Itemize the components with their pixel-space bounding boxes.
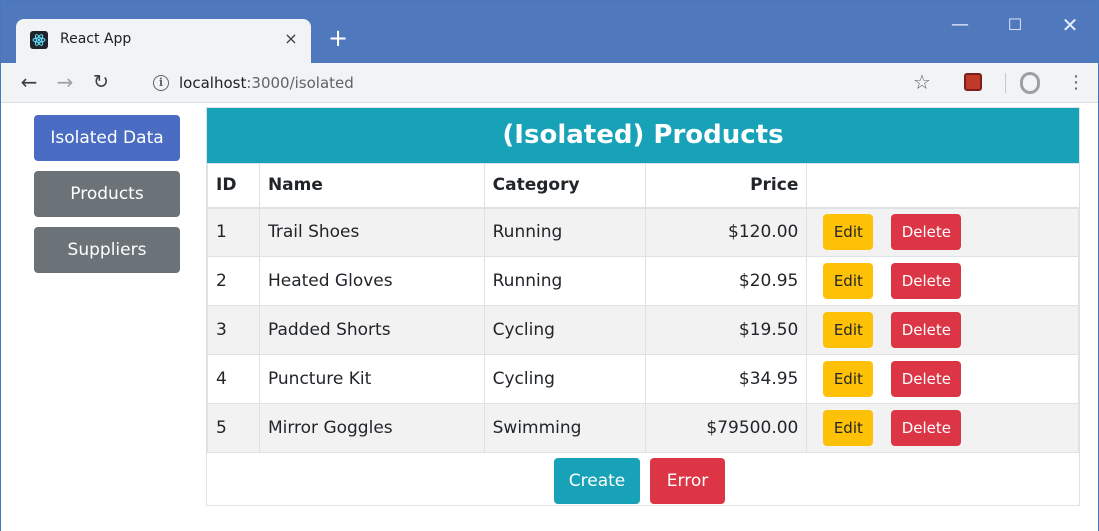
new-tab-icon[interactable]: + [326, 26, 350, 51]
table-header-row: ID Name Category Price [207, 163, 1079, 209]
close-tab-icon[interactable]: × [280, 28, 302, 50]
browser-window: React App × + — ☐ ✕ ← → ↻ i localhost:30… [0, 0, 1099, 531]
bookmark-star-icon[interactable]: ☆ [913, 70, 931, 94]
sidebar-item-products[interactable]: Products [34, 171, 180, 217]
products-table: ID Name Category Price 1 Trail Shoes Run… [207, 163, 1079, 453]
cell-price: $19.50 [645, 305, 808, 355]
table-row: 5 Mirror Goggles Swimming $79500.00 Edit… [207, 403, 1079, 453]
cell-name: Padded Shorts [258, 305, 485, 355]
table-row: 3 Padded Shorts Cycling $19.50 Edit Delet… [207, 305, 1079, 355]
cell-id: 3 [207, 305, 260, 355]
cell-actions: Edit Delete [806, 207, 1079, 257]
close-window-icon[interactable]: ✕ [1055, 11, 1085, 41]
tab-title: React App [60, 31, 132, 47]
url-text[interactable]: localhost:3000/isolated [179, 74, 354, 92]
cell-actions: Edit Delete [806, 354, 1079, 404]
header-name: Name [258, 163, 485, 209]
table-row: 1 Trail Shoes Running $120.00 Edit Delete [207, 207, 1079, 257]
menu-kebab-icon[interactable]: ⋮ [1067, 70, 1085, 96]
delete-button[interactable]: Delete [891, 361, 962, 397]
title-bar: React App × + — ☐ ✕ [1, 1, 1098, 63]
browser-tab[interactable]: React App × [16, 19, 311, 63]
reload-icon[interactable]: ↻ [87, 69, 115, 97]
extension-icon[interactable] [964, 73, 982, 91]
header-id: ID [207, 163, 260, 209]
edit-button[interactable]: Edit [823, 410, 874, 446]
profile-icon[interactable] [1020, 72, 1040, 94]
table-title: (Isolated) Products [207, 108, 1079, 163]
page-content: Isolated Data Products Suppliers (Isolat… [1, 104, 1098, 531]
url-host: localhost [179, 74, 247, 92]
cell-actions: Edit Delete [806, 403, 1079, 453]
cell-id: 5 [207, 403, 260, 453]
browser-toolbar: ← → ↻ i localhost:3000/isolated ☆ ⋮ [1, 63, 1098, 103]
cell-actions: Edit Delete [806, 256, 1079, 306]
header-price: Price [645, 163, 808, 209]
delete-button[interactable]: Delete [891, 312, 962, 348]
cell-name: Mirror Goggles [258, 403, 485, 453]
address-bar[interactable]: i localhost:3000/isolated ☆ [125, 67, 955, 99]
maximize-icon[interactable]: ☐ [1000, 11, 1030, 41]
cell-id: 1 [207, 207, 260, 257]
sidebar-item-isolated-data[interactable]: Isolated Data [34, 115, 180, 161]
delete-button[interactable]: Delete [891, 410, 962, 446]
forward-arrow-icon[interactable]: → [51, 69, 79, 97]
sidebar-item-suppliers[interactable]: Suppliers [34, 227, 180, 273]
cell-name: Trail Shoes [258, 207, 485, 257]
toolbar-divider [1005, 73, 1006, 93]
table-row: 2 Heated Gloves Running $20.95 Edit Delet… [207, 256, 1079, 306]
info-icon[interactable]: i [153, 75, 169, 91]
products-panel: (Isolated) Products ID Name Category Pri… [206, 107, 1080, 506]
cell-id: 2 [207, 256, 260, 306]
react-icon [30, 31, 48, 49]
create-button[interactable]: Create [554, 458, 640, 504]
cell-price: $79500.00 [645, 403, 808, 453]
header-category: Category [483, 163, 647, 209]
cell-price: $34.95 [645, 354, 808, 404]
cell-category: Cycling [483, 305, 647, 355]
back-arrow-icon[interactable]: ← [15, 69, 43, 97]
cell-name: Heated Gloves [258, 256, 485, 306]
cell-category: Cycling [483, 354, 647, 404]
cell-category: Running [483, 256, 647, 306]
edit-button[interactable]: Edit [823, 312, 874, 348]
cell-category: Swimming [483, 403, 647, 453]
edit-button[interactable]: Edit [823, 361, 874, 397]
error-button[interactable]: Error [650, 458, 725, 504]
edit-button[interactable]: Edit [823, 263, 874, 299]
delete-button[interactable]: Delete [891, 263, 962, 299]
delete-button[interactable]: Delete [891, 214, 962, 251]
cell-price: $20.95 [645, 256, 808, 306]
cell-category: Running [483, 207, 647, 257]
cell-name: Puncture Kit [258, 354, 485, 404]
cell-price: $120.00 [645, 207, 808, 257]
url-path: :3000/isolated [246, 74, 354, 92]
cell-id: 4 [207, 354, 260, 404]
minimize-icon[interactable]: — [945, 11, 975, 41]
edit-button[interactable]: Edit [823, 214, 874, 251]
table-row: 4 Puncture Kit Cycling $34.95 Edit Delete [207, 354, 1079, 404]
header-actions [806, 163, 1079, 209]
table-footer: Create Error [207, 452, 1079, 507]
cell-actions: Edit Delete [806, 305, 1079, 355]
